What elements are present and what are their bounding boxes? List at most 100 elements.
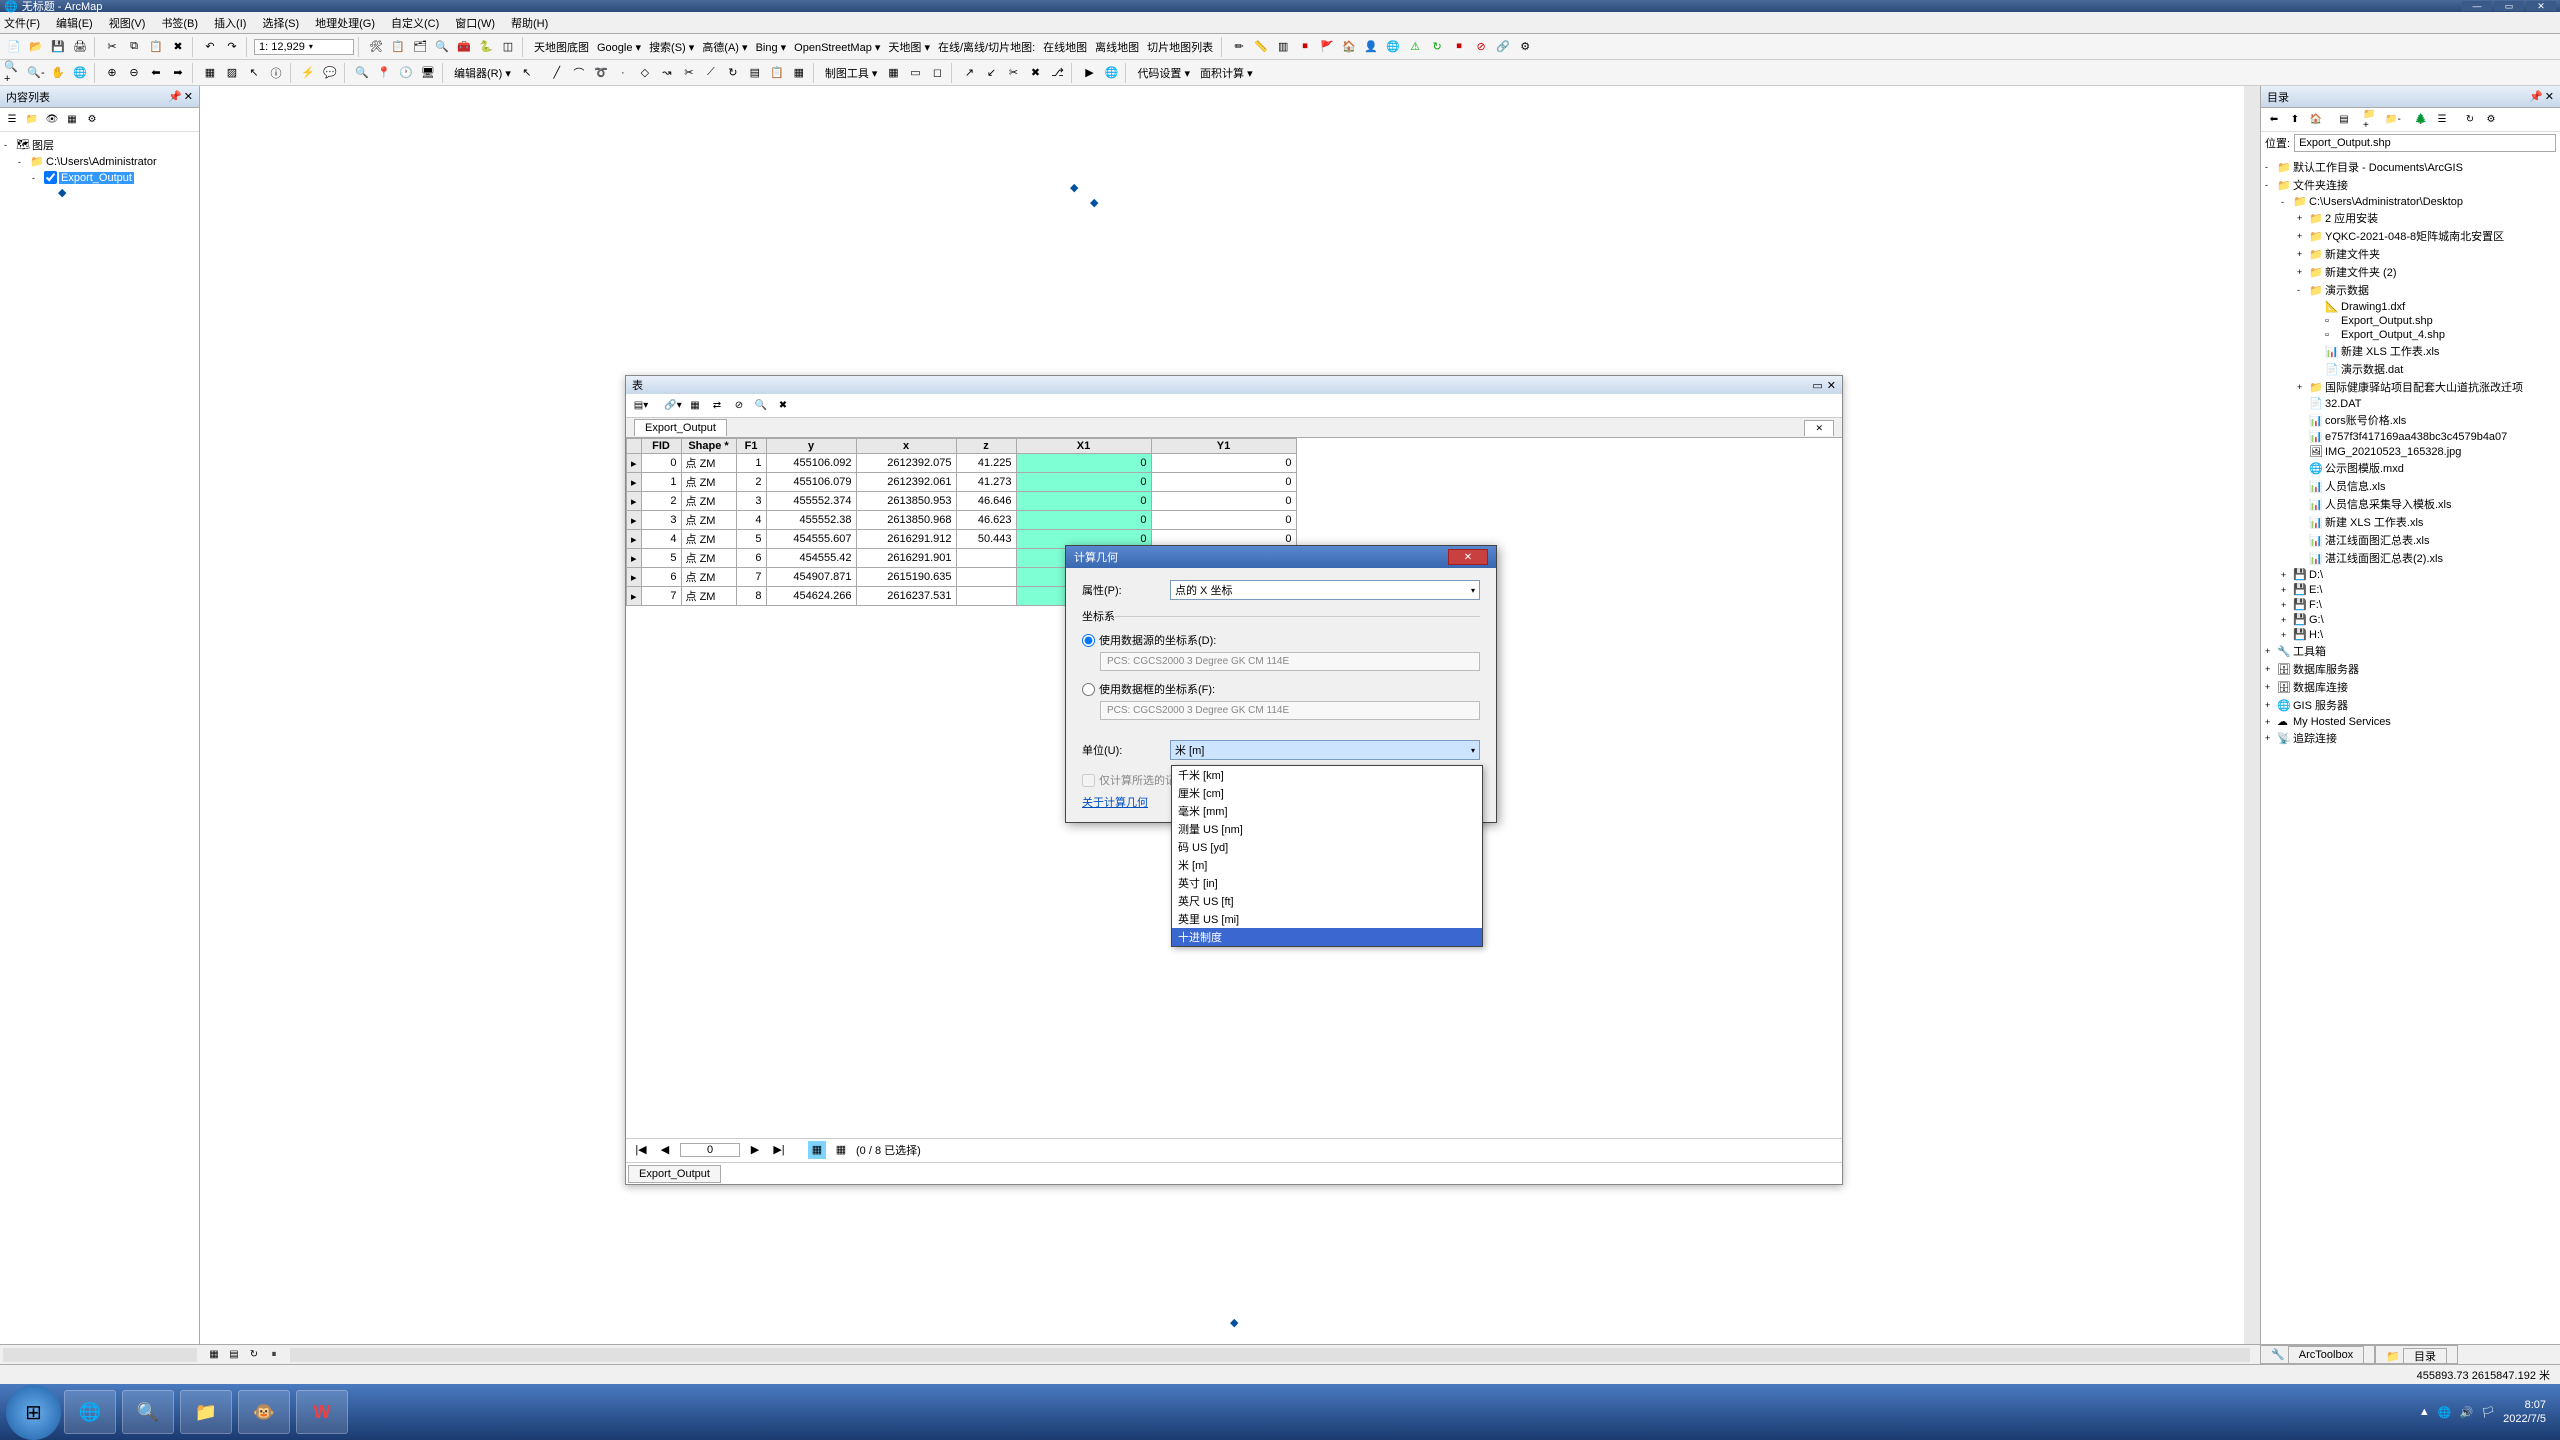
- table-next-icon[interactable]: ▶: [746, 1141, 764, 1159]
- expand-icon[interactable]: +: [2297, 267, 2307, 277]
- table-selbyattr-icon[interactable]: ▦: [686, 397, 704, 415]
- dropdown-option[interactable]: 厘米 [cm]: [1172, 784, 1482, 802]
- catalog-node[interactable]: +📁新建文件夹: [2265, 245, 2556, 263]
- codesettings-dropdown[interactable]: 代码设置 ▾: [1133, 65, 1194, 81]
- toolbar-item[interactable]: 离线地图: [1091, 42, 1143, 54]
- pencil-icon[interactable]: ✏: [1229, 37, 1249, 57]
- row-header[interactable]: ▸: [627, 530, 642, 549]
- toolbar-item[interactable]: 在线/离线/切片地图:: [934, 42, 1039, 54]
- pointer-icon[interactable]: ↖: [244, 63, 264, 83]
- table-cell[interactable]: 2616237.531: [856, 587, 956, 606]
- menu-item[interactable]: 视图(V): [109, 15, 146, 31]
- dropdown-option[interactable]: 英里 US [mi]: [1172, 910, 1482, 928]
- dataview-icon[interactable]: ▦: [206, 1347, 222, 1363]
- catalog-node[interactable]: +☁My Hosted Services: [2265, 714, 2556, 729]
- branch-icon[interactable]: ⎇: [1047, 63, 1067, 83]
- toolbar-item[interactable]: 切片地图列表: [1143, 42, 1217, 54]
- menu-item[interactable]: 帮助(H): [511, 15, 548, 31]
- catalog-node[interactable]: +🗄数据库服务器: [2265, 660, 2556, 678]
- catalog-tab[interactable]: 📁 目录: [2375, 1345, 2458, 1364]
- model-icon[interactable]: ◫: [498, 37, 518, 57]
- split-icon[interactable]: ⟋: [701, 63, 721, 83]
- table-cell[interactable]: 7: [641, 587, 681, 606]
- table-cell[interactable]: 2: [736, 473, 766, 492]
- cat-tree-icon[interactable]: 🌲: [2412, 111, 2430, 129]
- cat-up-icon[interactable]: ⬆: [2286, 111, 2304, 129]
- expand-icon[interactable]: -: [2281, 197, 2291, 207]
- catalog-node[interactable]: +📁新建文件夹 (2): [2265, 263, 2556, 281]
- table-cell[interactable]: 4: [736, 511, 766, 530]
- catalog-node[interactable]: +💾F:\: [2265, 597, 2556, 612]
- goto-xy-icon[interactable]: 📍: [374, 63, 394, 83]
- table-cell[interactable]: 2616291.901: [856, 549, 956, 568]
- menu-item[interactable]: 自定义(C): [391, 15, 439, 31]
- cat-pin-icon[interactable]: 📌: [2529, 90, 2543, 103]
- cat-close-icon[interactable]: ✕: [2545, 90, 2554, 103]
- expand-icon[interactable]: +: [2265, 664, 2275, 674]
- table-pos-input[interactable]: [680, 1143, 740, 1157]
- table-cell[interactable]: 点 ZM: [681, 511, 736, 530]
- catalog-node[interactable]: ▫Export_Output.shp: [2265, 314, 2556, 328]
- table-cell[interactable]: 4: [641, 530, 681, 549]
- table-cell[interactable]: 0: [641, 454, 681, 473]
- table-first-icon[interactable]: |◀: [632, 1141, 650, 1159]
- taskbar-explorer-icon[interactable]: 📁: [180, 1390, 232, 1434]
- expand-icon[interactable]: +: [2297, 231, 2307, 241]
- table-cell[interactable]: 41.273: [956, 473, 1016, 492]
- column-header[interactable]: F1: [736, 439, 766, 454]
- rect-icon[interactable]: ▭: [905, 63, 925, 83]
- toc-hscroll[interactable]: [3, 1348, 197, 1362]
- table-cell[interactable]: 点 ZM: [681, 530, 736, 549]
- toolbox-icon[interactable]: 🧰: [454, 37, 474, 57]
- expand-icon[interactable]: -: [2297, 285, 2307, 295]
- catalog-node[interactable]: 📊e757f3f417169aa438bc3c4579b4a07: [2265, 429, 2556, 444]
- refresh-view-icon[interactable]: ↻: [246, 1347, 262, 1363]
- table-cell[interactable]: 0: [1151, 454, 1296, 473]
- dropdown-option[interactable]: 千米 [km]: [1172, 766, 1482, 784]
- toc-listbyvis-icon[interactable]: 👁: [44, 112, 60, 128]
- dialog-close-button[interactable]: ✕: [1448, 549, 1488, 565]
- reshape-icon[interactable]: ↝: [657, 63, 677, 83]
- alert-icon[interactable]: ⚠: [1405, 37, 1425, 57]
- time-icon[interactable]: 🕐: [396, 63, 416, 83]
- toc-listbysource-icon[interactable]: 📁: [24, 112, 40, 128]
- toc-icon[interactable]: 📋: [388, 37, 408, 57]
- taskbar-ie-icon[interactable]: 🌐: [64, 1390, 116, 1434]
- catalog-node[interactable]: 📊新建 XLS 工作表.xls: [2265, 513, 2556, 531]
- cat-connect-icon[interactable]: 📁+: [2363, 111, 2381, 129]
- row-header[interactable]: ▸: [627, 549, 642, 568]
- catalog-node[interactable]: +📁YQKC-2021-048-8矩阵城南北安置区: [2265, 227, 2556, 245]
- dropdown-option[interactable]: 十进制度: [1172, 928, 1482, 946]
- table-cell[interactable]: 6: [641, 568, 681, 587]
- table-cell[interactable]: 0: [1151, 492, 1296, 511]
- table-cell[interactable]: 0: [1151, 473, 1296, 492]
- catalog-node[interactable]: +📁国际健康驿站项目配套大山道抗涨改迁项: [2265, 378, 2556, 396]
- cat-options-icon[interactable]: ⚙: [2482, 111, 2500, 129]
- catalog-node[interactable]: +🗄数据库连接: [2265, 678, 2556, 696]
- cat-toggle-icon[interactable]: ▤: [2335, 111, 2353, 129]
- taskbar-magnify-icon[interactable]: 🔍: [122, 1390, 174, 1434]
- print-icon[interactable]: 🖨: [70, 37, 90, 57]
- expand-icon[interactable]: +: [2281, 630, 2291, 640]
- prev-extent-icon[interactable]: ⬅: [146, 63, 166, 83]
- table-cell[interactable]: 454907.871: [766, 568, 856, 587]
- open-icon[interactable]: 📂: [26, 37, 46, 57]
- arctoolbox-tab[interactable]: 🔧 ArcToolbox: [2260, 1345, 2375, 1364]
- expand-icon[interactable]: -: [32, 173, 42, 183]
- table-cell[interactable]: 5: [641, 549, 681, 568]
- table-cell[interactable]: 2613850.968: [856, 511, 956, 530]
- table-cell[interactable]: 0: [1016, 511, 1151, 530]
- menu-item[interactable]: 书签(B): [161, 15, 198, 31]
- unit-dropdown[interactable]: 米 [m]: [1170, 740, 1480, 760]
- catalog-node[interactable]: +🌐GIS 服务器: [2265, 696, 2556, 714]
- expand-icon[interactable]: +: [2265, 682, 2275, 692]
- catalog-icon[interactable]: 🗂: [410, 37, 430, 57]
- catalog-node[interactable]: 📄演示数据.dat: [2265, 360, 2556, 378]
- cat-refresh-icon[interactable]: ↻: [2461, 111, 2479, 129]
- toolbar-item[interactable]: 天地图底图: [530, 42, 593, 54]
- viewer-icon[interactable]: 🖥: [418, 63, 438, 83]
- column-header[interactable]: x: [856, 439, 956, 454]
- toc-group[interactable]: C:\Users\Administrator: [46, 156, 157, 168]
- scale-dropdown[interactable]: 1: 12,929: [254, 39, 354, 55]
- line-icon[interactable]: ╱: [547, 63, 567, 83]
